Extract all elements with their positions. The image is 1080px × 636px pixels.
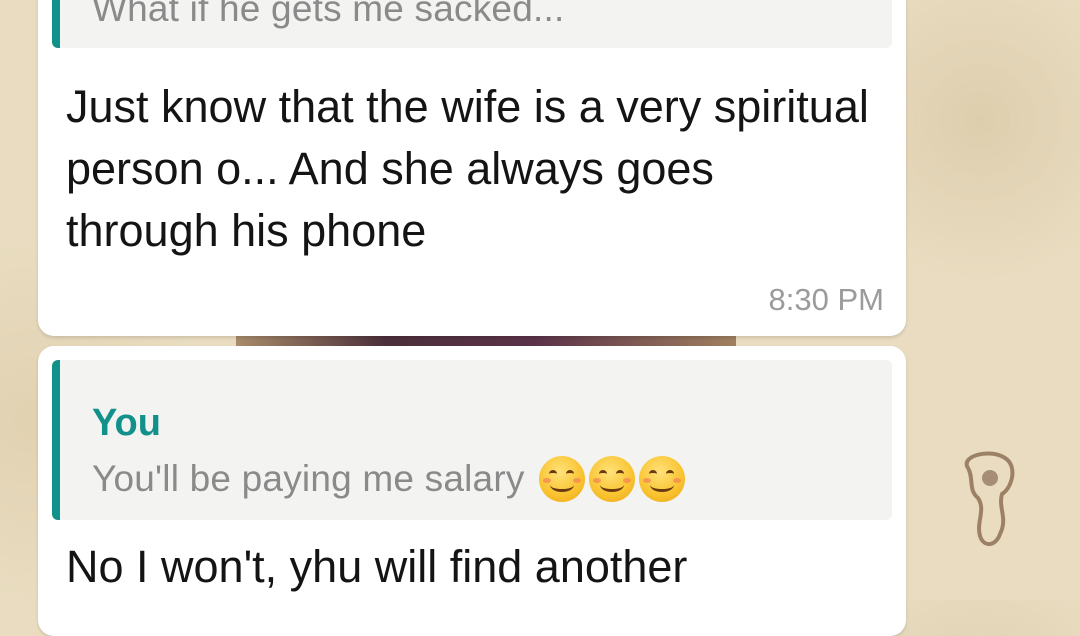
smiling-face-emoji-icon xyxy=(588,456,635,502)
smiling-face-emoji-icon xyxy=(638,456,685,502)
quoted-message-line: You'll be paying me salary xyxy=(92,456,685,502)
quoted-message-text: You'll be paying me salary xyxy=(92,458,525,499)
smiling-face-emoji-icon xyxy=(538,456,585,502)
quoted-message-text: What if he gets me sacked... xyxy=(92,0,565,29)
quoted-author: You xyxy=(92,402,161,444)
message-bubble-incoming[interactable]: What if he gets me sacked... Just know t… xyxy=(38,0,906,336)
quoted-reply[interactable]: What if he gets me sacked... xyxy=(52,0,892,48)
message-bubble-incoming[interactable]: You You'll be paying me salary No I won'… xyxy=(38,346,906,636)
wallpaper-doodle-icon xyxy=(964,451,1015,546)
wallpaper-detail xyxy=(236,336,736,346)
message-text: Just know that the wife is a very spirit… xyxy=(66,81,882,256)
quoted-reply[interactable]: You You'll be paying me salary xyxy=(52,360,892,520)
message-text: No I won't, yhu will find another xyxy=(66,541,688,592)
chat-area[interactable]: What if he gets me sacked... Just know t… xyxy=(0,0,1080,636)
message-timestamp: 8:30 PM xyxy=(768,282,884,317)
